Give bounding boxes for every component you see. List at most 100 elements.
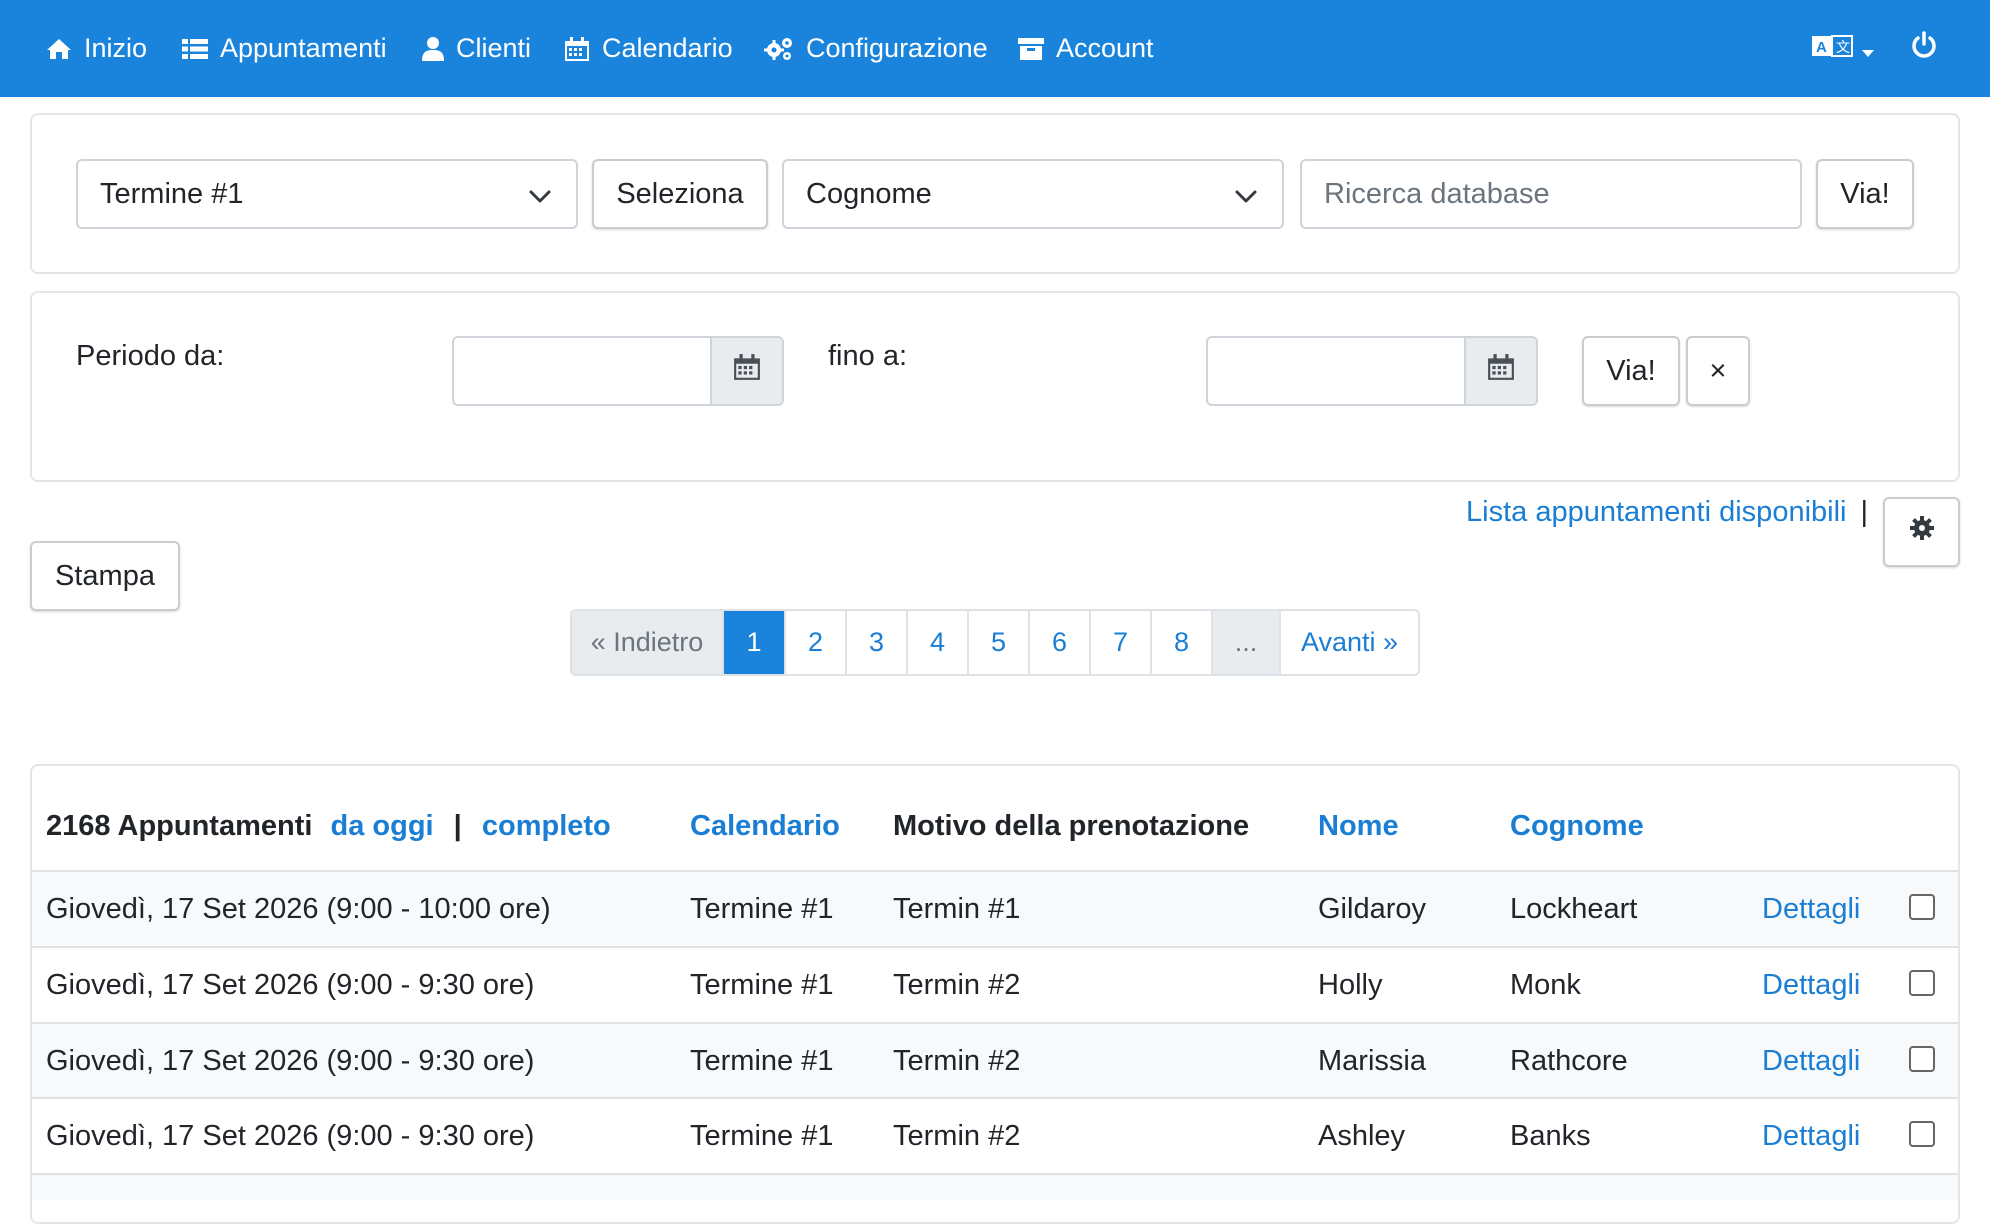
- pagination-page[interactable]: 7: [1091, 611, 1152, 674]
- nav-item-label: Clienti: [456, 33, 532, 63]
- search-field-value: Cognome: [806, 177, 932, 210]
- row-date: Giovedì, 17 Set 2026 (9:00 - 9:30 ore): [46, 1045, 535, 1077]
- pagination-page[interactable]: 3: [847, 611, 908, 674]
- row-date: Giovedì, 17 Set 2026 (9:00 - 9:30 ore): [46, 1120, 535, 1152]
- language-dropdown[interactable]: A文: [1812, 0, 1874, 97]
- period-clear-button[interactable]: ×: [1686, 336, 1750, 406]
- select-button[interactable]: Seleziona: [592, 159, 768, 229]
- row-details-link[interactable]: Dettagli: [1762, 872, 1860, 947]
- settings-button[interactable]: [1883, 497, 1960, 567]
- search-input[interactable]: Ricerca database: [1300, 159, 1802, 229]
- list-icon: [182, 38, 208, 60]
- pagination-page[interactable]: 6: [1030, 611, 1091, 674]
- gear-icon: [1909, 515, 1935, 549]
- archive-icon: [1018, 37, 1044, 61]
- search-field-select[interactable]: Cognome: [782, 159, 1284, 229]
- period-go-button[interactable]: Via!: [1582, 336, 1680, 406]
- row-first-name: Marissia: [1318, 1045, 1426, 1077]
- pagination-next[interactable]: Avanti »: [1281, 611, 1418, 674]
- row-checkbox[interactable]: [1909, 1121, 1935, 1147]
- close-icon: ×: [1709, 354, 1727, 387]
- period-to-input[interactable]: [1206, 336, 1538, 406]
- calendar-icon: [564, 36, 590, 62]
- svg-text:A: A: [1816, 39, 1827, 56]
- available-appointments-link[interactable]: Lista appuntamenti disponibili: [1466, 496, 1846, 528]
- complete-link[interactable]: completo: [482, 810, 611, 842]
- print-button[interactable]: Stampa: [30, 541, 180, 611]
- row-reason: Termin #2: [893, 969, 1021, 1001]
- logout-button[interactable]: [1911, 0, 1937, 97]
- top-navbar: Inizio Appuntamenti Clienti Calendario C…: [0, 0, 1990, 97]
- row-date: Giovedì, 17 Set 2026 (9:00 - 9:30 ore): [46, 969, 535, 1001]
- column-header-calendar[interactable]: Calendario: [690, 810, 840, 843]
- period-from-input[interactable]: [452, 336, 784, 406]
- pagination: « Indietro 1 2 3 4 5 6 7 8 ... Avanti »: [570, 609, 1420, 676]
- row-first-name: Holly: [1318, 969, 1383, 1001]
- row-first-name: Gildaroy: [1318, 893, 1426, 925]
- nav-item-appuntamenti[interactable]: Appuntamenti: [182, 0, 387, 97]
- calendar-icon: [1487, 353, 1515, 389]
- table-row: Giovedì, 17 Set 2026 (9:00 - 10:00 ore) …: [32, 870, 1958, 945]
- period-go-label: Via!: [1606, 354, 1656, 387]
- nav-item-label: Configurazione: [806, 33, 988, 63]
- row-details-link[interactable]: Dettagli: [1762, 1024, 1860, 1099]
- chevron-down-icon: [528, 183, 552, 216]
- pagination-page[interactable]: 1: [724, 611, 786, 674]
- separator: |: [453, 810, 462, 842]
- row-checkbox[interactable]: [1909, 970, 1935, 996]
- power-icon: [1911, 30, 1937, 67]
- row-first-name: Ashley: [1318, 1120, 1406, 1152]
- column-header-first-name[interactable]: Nome: [1318, 810, 1399, 843]
- table-row: Giovedì, 17 Set 2026 (9:00 - 9:30 ore) T…: [32, 1022, 1958, 1097]
- nav-item-clienti[interactable]: Clienti: [422, 0, 531, 97]
- nav-item-calendario[interactable]: Calendario: [564, 0, 733, 97]
- row-calendar: Termine #1: [690, 1120, 834, 1152]
- row-details-link[interactable]: Dettagli: [1762, 948, 1860, 1023]
- column-header-last-name[interactable]: Cognome: [1510, 810, 1644, 843]
- home-icon: [46, 38, 72, 60]
- pagination-page[interactable]: 2: [786, 611, 847, 674]
- from-today-link[interactable]: da oggi: [331, 810, 434, 842]
- nav-item-inizio[interactable]: Inizio: [46, 0, 147, 97]
- print-button-label: Stampa: [55, 559, 155, 592]
- column-header-reason: Motivo della prenotazione: [893, 810, 1250, 842]
- nav-item-account[interactable]: Account: [1018, 0, 1154, 97]
- svg-text:文: 文: [1836, 40, 1850, 56]
- period-from-label: Periodo da:: [76, 340, 225, 372]
- search-go-label: Via!: [1840, 177, 1890, 210]
- gears-icon: [764, 36, 794, 62]
- row-details-link[interactable]: Dettagli: [1762, 1099, 1860, 1174]
- row-calendar: Termine #1: [690, 969, 834, 1001]
- appointment-type-value: Termine #1: [100, 177, 244, 210]
- row-calendar: Termine #1: [690, 893, 834, 925]
- table-row: [32, 1173, 1958, 1200]
- pagination-page[interactable]: 5: [969, 611, 1030, 674]
- translate-icon: A文: [1812, 32, 1854, 66]
- pagination-ellipsis: ...: [1213, 611, 1281, 674]
- row-last-name: Banks: [1510, 1120, 1591, 1152]
- row-date: Giovedì, 17 Set 2026 (9:00 - 10:00 ore): [46, 893, 551, 925]
- period-to-label: fino a:: [828, 340, 907, 372]
- row-reason: Termin #2: [893, 1045, 1021, 1077]
- table-header-count: 2168 Appuntamenti da oggi | completo: [46, 810, 611, 843]
- nav-item-configurazione[interactable]: Configurazione: [764, 0, 988, 97]
- appointment-type-select[interactable]: Termine #1: [76, 159, 578, 229]
- row-checkbox[interactable]: [1909, 1046, 1935, 1072]
- user-icon: [422, 36, 444, 61]
- nav-item-label: Inizio: [84, 33, 148, 63]
- caret-down-icon: [1862, 32, 1874, 66]
- row-calendar: Termine #1: [690, 1045, 834, 1077]
- available-list-row: Lista appuntamenti disponibili |: [1466, 496, 1868, 529]
- row-checkbox[interactable]: [1909, 894, 1935, 920]
- search-placeholder: Ricerca database: [1324, 177, 1550, 210]
- pagination-prev[interactable]: « Indietro: [572, 611, 724, 674]
- calendar-picker-button[interactable]: [710, 338, 782, 404]
- pagination-page[interactable]: 4: [908, 611, 969, 674]
- pagination-page[interactable]: 8: [1152, 611, 1213, 674]
- search-go-button[interactable]: Via!: [1816, 159, 1914, 229]
- select-button-label: Seleziona: [616, 177, 744, 210]
- calendar-icon: [733, 353, 761, 389]
- calendar-picker-button[interactable]: [1464, 338, 1536, 404]
- chevron-down-icon: [1234, 183, 1258, 216]
- nav-item-label: Calendario: [602, 33, 733, 63]
